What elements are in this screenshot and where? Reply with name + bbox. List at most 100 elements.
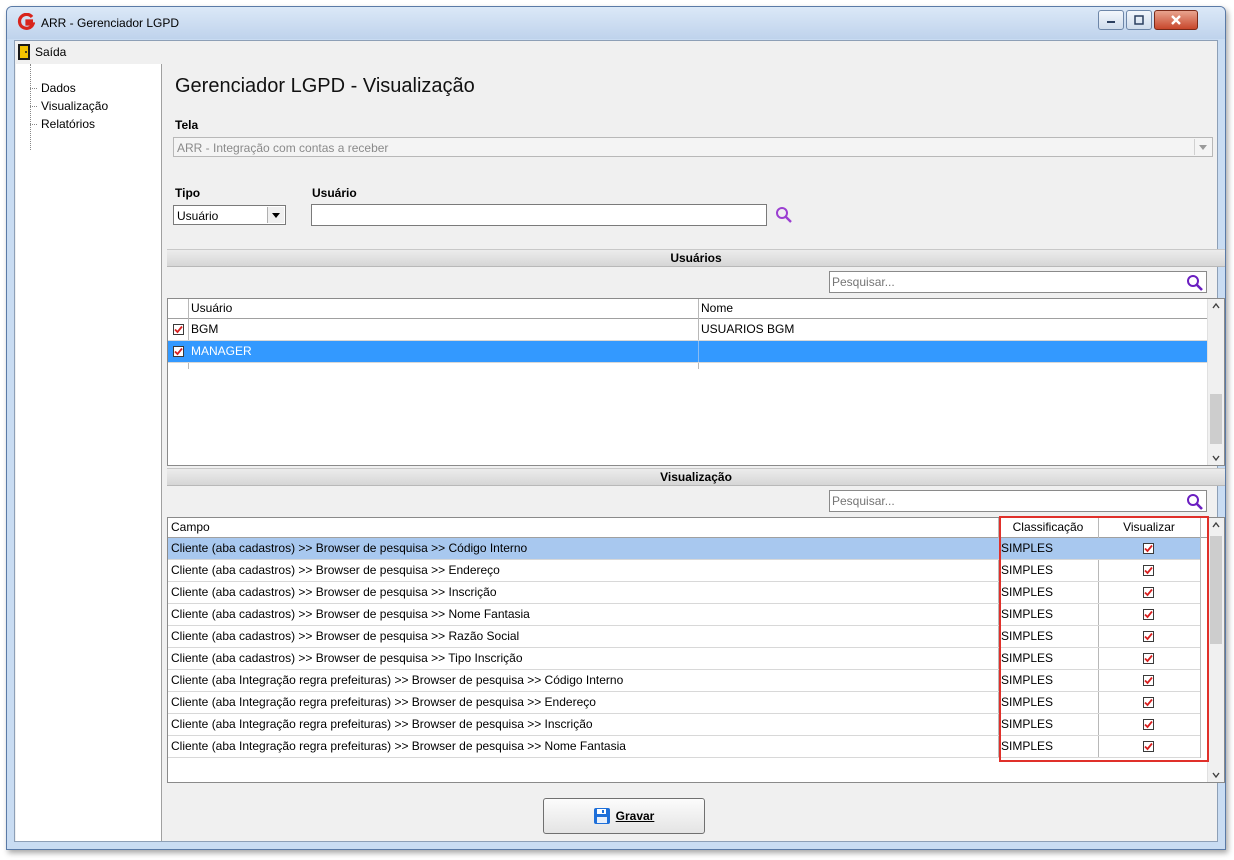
- tela-dropdown-button[interactable]: [1194, 139, 1211, 155]
- column-header-campo[interactable]: Campo: [168, 518, 998, 537]
- cell-classificacao: SIMPLES: [1001, 651, 1054, 665]
- chevron-up-icon[interactable]: [1211, 520, 1221, 530]
- check-icon: [1144, 566, 1153, 575]
- check-icon: [1144, 676, 1153, 685]
- usuario-input[interactable]: [311, 204, 767, 226]
- tipo-select[interactable]: Usuário: [173, 205, 286, 225]
- cell-campo: Cliente (aba cadastros) >> Browser de pe…: [171, 629, 520, 643]
- column-header-nome[interactable]: Nome: [698, 299, 1208, 318]
- users-section-header: Usuários: [167, 249, 1225, 267]
- save-button[interactable]: Gravar: [543, 798, 705, 834]
- check-icon: [1144, 698, 1153, 707]
- table-row[interactable]: Cliente (aba Integração regra prefeitura…: [168, 670, 1200, 692]
- check-icon: [1144, 544, 1153, 553]
- column-header-usuario[interactable]: Usuário: [188, 299, 698, 318]
- row-checkbox[interactable]: [173, 324, 184, 335]
- tree-item-label: Dados: [41, 81, 76, 95]
- view-scroll-thumb[interactable]: [1210, 536, 1222, 644]
- tree-item-visualizacao[interactable]: Visualização: [30, 98, 108, 114]
- cell-classificacao: SIMPLES: [1001, 563, 1054, 577]
- maximize-button[interactable]: [1126, 10, 1152, 30]
- tipo-dropdown-button[interactable]: [267, 207, 284, 223]
- users-scrollbar[interactable]: [1207, 299, 1224, 465]
- table-row[interactable]: Cliente (aba cadastros) >> Browser de pe…: [168, 604, 1200, 626]
- cell-usuario: BGM: [191, 322, 219, 336]
- usuario-label: Usuário: [312, 186, 357, 200]
- cell-classificacao: SIMPLES: [1001, 717, 1054, 731]
- table-row[interactable]: Cliente (aba cadastros) >> Browser de pe…: [168, 648, 1200, 670]
- cell-classificacao: SIMPLES: [1001, 541, 1054, 555]
- view-grid-header: Campo Classificação Visualizar: [168, 518, 1208, 538]
- table-row[interactable]: Cliente (aba Integração regra prefeitura…: [168, 692, 1200, 714]
- close-button[interactable]: [1154, 10, 1198, 30]
- minimize-button[interactable]: [1098, 10, 1124, 30]
- cell-classificacao: SIMPLES: [1001, 695, 1054, 709]
- view-grid: Campo Classificação Visualizar Cliente (…: [167, 517, 1225, 783]
- users-search-box[interactable]: [829, 271, 1207, 293]
- users-scroll-thumb[interactable]: [1210, 394, 1222, 444]
- visualizar-checkbox[interactable]: [1143, 741, 1154, 752]
- save-button-label: Gravar: [615, 809, 655, 823]
- chevron-down-icon[interactable]: [1211, 453, 1221, 463]
- cell-classificacao: SIMPLES: [1001, 673, 1054, 687]
- view-search-input[interactable]: [832, 493, 1172, 509]
- table-row[interactable]: Cliente (aba cadastros) >> Browser de pe…: [168, 538, 1200, 560]
- visualizar-checkbox[interactable]: [1143, 675, 1154, 686]
- cell-nome: [698, 341, 1208, 362]
- exit-door-icon: [18, 44, 30, 60]
- cell-campo: Cliente (aba cadastros) >> Browser de pe…: [171, 585, 497, 599]
- chevron-up-icon[interactable]: [1211, 301, 1221, 311]
- visualizar-checkbox[interactable]: [1143, 719, 1154, 730]
- visualizar-checkbox[interactable]: [1143, 587, 1154, 598]
- chevron-down-icon[interactable]: [1211, 770, 1221, 780]
- chevron-down-icon: [272, 212, 280, 218]
- visualizar-checkbox[interactable]: [1143, 697, 1154, 708]
- app-window: ARR - Gerenciador LGPD Saída Dados Visua…: [6, 6, 1226, 850]
- tree-item-dados[interactable]: Dados: [30, 80, 76, 96]
- cell-nome: USUARIOS BGM: [701, 322, 795, 336]
- maximize-icon: [1134, 15, 1144, 25]
- visualizar-checkbox[interactable]: [1143, 653, 1154, 664]
- search-icon[interactable]: [1186, 493, 1204, 511]
- cell-classificacao: SIMPLES: [1001, 585, 1054, 599]
- table-row[interactable]: Cliente (aba cadastros) >> Browser de pe…: [168, 582, 1200, 604]
- table-row[interactable]: BGM USUARIOS BGM: [168, 319, 1208, 341]
- row-checkbox[interactable]: [173, 346, 184, 357]
- cell-classificacao: SIMPLES: [1001, 607, 1054, 621]
- tipo-label: Tipo: [175, 186, 201, 200]
- search-user-icon[interactable]: [775, 206, 793, 224]
- table-row[interactable]: MANAGER: [168, 341, 1208, 363]
- table-row[interactable]: Cliente (aba cadastros) >> Browser de pe…: [168, 560, 1200, 582]
- view-scrollbar[interactable]: [1207, 518, 1224, 782]
- nav-tree: Dados Visualização Relatórios: [16, 64, 162, 841]
- client-area: Saída Dados Visualização Relatórios Gere…: [14, 40, 1225, 842]
- visualizar-checkbox[interactable]: [1143, 609, 1154, 620]
- column-header-classificacao[interactable]: Classificação: [998, 518, 1098, 537]
- cell-usuario: MANAGER: [191, 344, 252, 358]
- view-search-box[interactable]: [829, 490, 1207, 512]
- cell-campo: Cliente (aba Integração regra prefeitura…: [171, 695, 596, 709]
- tela-select[interactable]: ARR - Integração com contas a receber: [173, 137, 1213, 157]
- title-bar[interactable]: ARR - Gerenciador LGPD: [7, 7, 1225, 39]
- table-row[interactable]: Cliente (aba Integração regra prefeitura…: [168, 736, 1200, 758]
- tela-value: ARR - Integração com contas a receber: [177, 141, 389, 155]
- table-row[interactable]: Cliente (aba cadastros) >> Browser de pe…: [168, 626, 1200, 648]
- column-header-visualizar[interactable]: Visualizar: [1098, 518, 1200, 537]
- cell-campo: Cliente (aba cadastros) >> Browser de pe…: [171, 651, 523, 665]
- users-search-input[interactable]: [832, 274, 1172, 290]
- visualizar-checkbox[interactable]: [1143, 631, 1154, 642]
- cell-campo: Cliente (aba Integração regra prefeitura…: [171, 673, 624, 687]
- visualizar-checkbox[interactable]: [1143, 565, 1154, 576]
- check-icon: [1144, 588, 1153, 597]
- table-row[interactable]: Cliente (aba Integração regra prefeitura…: [168, 714, 1200, 736]
- visualizar-checkbox[interactable]: [1143, 543, 1154, 554]
- window-title: ARR - Gerenciador LGPD: [41, 16, 180, 30]
- cell-campo: Cliente (aba cadastros) >> Browser de pe…: [171, 541, 528, 555]
- check-icon: [174, 347, 183, 356]
- tela-label: Tela: [175, 118, 199, 132]
- tree-item-relatorios[interactable]: Relatórios: [30, 116, 95, 132]
- search-icon[interactable]: [1186, 274, 1204, 292]
- cell-campo: Cliente (aba cadastros) >> Browser de pe…: [171, 563, 500, 577]
- check-icon: [1144, 610, 1153, 619]
- menu-exit[interactable]: Saída: [17, 43, 66, 61]
